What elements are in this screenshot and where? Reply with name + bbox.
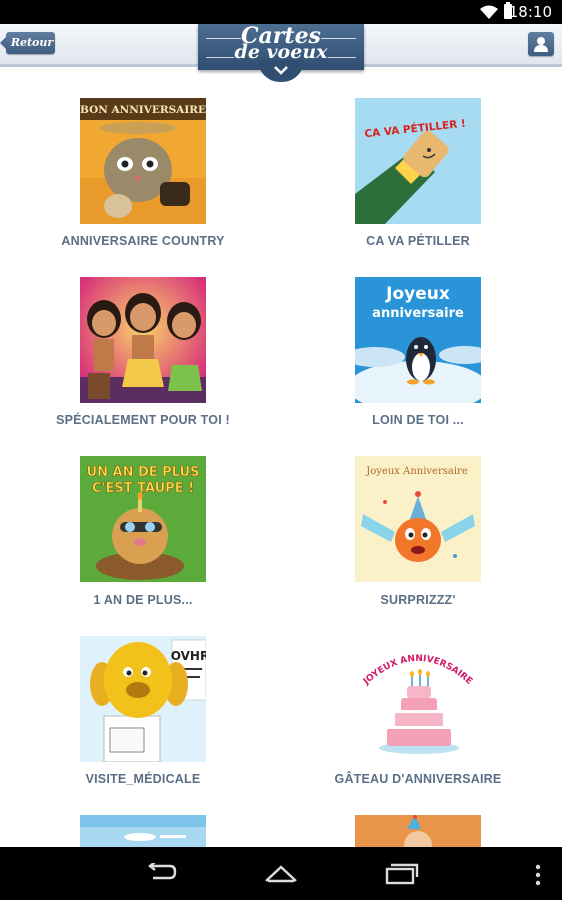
card-banner-line2: C'EST TAUPE ! (92, 481, 194, 496)
card-label: GÂTEAU D'ANNIVERSAIRE (334, 772, 502, 786)
back-button-label: Retour (10, 36, 54, 49)
card-banner: Joyeux Anniversaire (365, 466, 468, 477)
card-banner-line2: anniversaire (372, 306, 464, 321)
card-banner: BON ANNIVERSAIRE (80, 104, 206, 116)
card-label: CA VA PÉTILLER (366, 234, 470, 248)
wifi-icon (480, 5, 498, 19)
card-thumbnail[interactable]: Joyeux Anniversaire (355, 456, 481, 582)
card-thumbnail[interactable] (80, 815, 206, 847)
recent-apps-icon[interactable] (385, 863, 419, 885)
navigation-bar (0, 847, 562, 900)
back-button[interactable]: Retour (0, 32, 55, 54)
card-banner-line1: Joyeux (385, 284, 450, 304)
card-banner-line1: UN AN DE PLUS (87, 465, 200, 480)
card-label: ANNIVERSAIRE COUNTRY (61, 234, 225, 248)
card-label: LOIN DE TOI ... (372, 413, 464, 427)
eye-chart-text: OVHR (171, 649, 206, 663)
card-label: SURPRIZZZ' (380, 593, 456, 607)
user-icon (534, 37, 548, 52)
card-label: 1 AN DE PLUS... (93, 593, 193, 607)
card-thumbnail[interactable] (355, 815, 481, 847)
card-thumbnail[interactable]: Joyeux anniversaire (355, 277, 481, 403)
status-bar: 18:10 (0, 0, 562, 24)
chevron-down-icon (274, 66, 288, 75)
home-nav-icon[interactable] (264, 863, 298, 885)
menu-toggle[interactable] (258, 60, 304, 82)
back-nav-icon[interactable] (145, 863, 179, 885)
clock: 18:10 (508, 3, 552, 21)
card-thumbnail[interactable]: BON ANNIVERSAIRE (80, 98, 206, 224)
card-thumbnail[interactable]: CA VA PÉTILLER ! (355, 98, 481, 224)
card-label: SPÉCIALEMENT POUR TOI ! (56, 413, 230, 427)
card-thumbnail[interactable]: JOYEUX ANNIVERSAIRE (355, 636, 481, 762)
card-thumbnail[interactable]: UN AN DE PLUS C'EST TAUPE ! (80, 456, 206, 582)
card-thumbnail[interactable] (80, 277, 206, 403)
card-label: VISITE_MÉDICALE (85, 772, 201, 786)
profile-button[interactable] (528, 32, 554, 56)
overflow-menu-icon[interactable] (534, 864, 542, 886)
card-thumbnail[interactable]: OVHR (80, 636, 206, 762)
